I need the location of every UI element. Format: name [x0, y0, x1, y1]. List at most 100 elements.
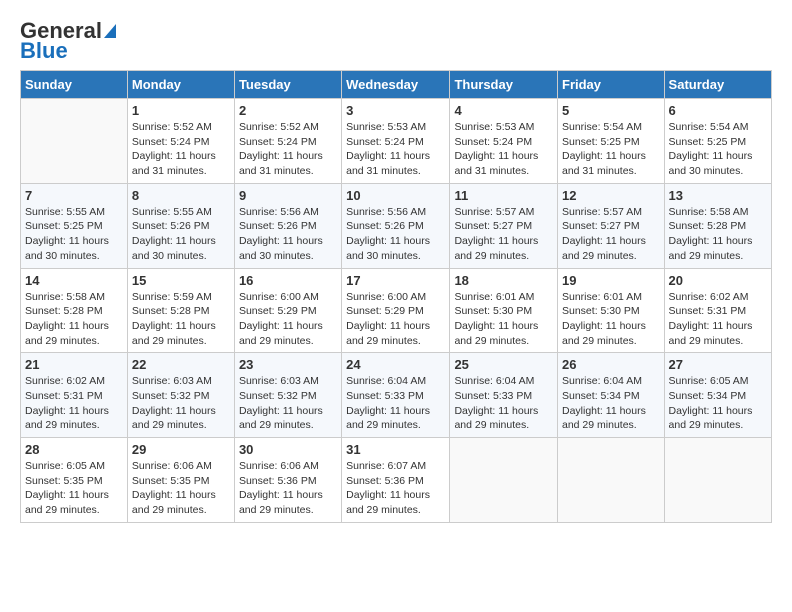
day-cell: 26 Sunrise: 6:04 AMSunset: 5:34 PMDayligh… — [558, 353, 665, 438]
day-number: 18 — [454, 273, 553, 288]
day-info: Sunrise: 6:04 AMSunset: 5:33 PMDaylight:… — [454, 374, 553, 433]
day-cell: 12 Sunrise: 5:57 AMSunset: 5:27 PMDayligh… — [558, 183, 665, 268]
day-info: Sunrise: 6:00 AMSunset: 5:29 PMDaylight:… — [346, 290, 445, 349]
day-number: 3 — [346, 103, 445, 118]
day-cell: 28Sunrise: 6:05 AMSunset: 5:35 PMDayligh… — [21, 438, 128, 523]
week-row-4: 21Sunrise: 6:02 AMSunset: 5:31 PMDayligh… — [21, 353, 772, 438]
day-number: 7 — [25, 188, 123, 203]
weekday-header-saturday: Saturday — [664, 71, 771, 99]
logo-blue: Blue — [20, 40, 68, 62]
week-row-1: 1 Sunrise: 5:52 AMSunset: 5:24 PMDaylight… — [21, 99, 772, 184]
day-number: 4 — [454, 103, 553, 118]
page-header: General Blue — [20, 20, 772, 62]
day-info: Sunrise: 5:56 AMSunset: 5:26 PMDaylight:… — [346, 205, 445, 264]
day-info: Sunrise: 6:05 AMSunset: 5:34 PMDaylight:… — [669, 374, 767, 433]
day-cell: 15 Sunrise: 5:59 AMSunset: 5:28 PMDayligh… — [127, 268, 234, 353]
day-number: 23 — [239, 357, 337, 372]
day-cell: 1 Sunrise: 5:52 AMSunset: 5:24 PMDaylight… — [127, 99, 234, 184]
day-number: 16 — [239, 273, 337, 288]
day-cell: 25 Sunrise: 6:04 AMSunset: 5:33 PMDayligh… — [450, 353, 558, 438]
day-number: 27 — [669, 357, 767, 372]
day-info: Sunrise: 6:07 AMSunset: 5:36 PMDaylight:… — [346, 459, 445, 518]
weekday-header-tuesday: Tuesday — [234, 71, 341, 99]
day-number: 26 — [562, 357, 660, 372]
day-cell: 5 Sunrise: 5:54 AMSunset: 5:25 PMDaylight… — [558, 99, 665, 184]
day-number: 11 — [454, 188, 553, 203]
day-number: 5 — [562, 103, 660, 118]
weekday-header-row: SundayMondayTuesdayWednesdayThursdayFrid… — [21, 71, 772, 99]
day-cell: 22 Sunrise: 6:03 AMSunset: 5:32 PMDayligh… — [127, 353, 234, 438]
day-number: 30 — [239, 442, 337, 457]
calendar-table: SundayMondayTuesdayWednesdayThursdayFrid… — [20, 70, 772, 523]
day-number: 29 — [132, 442, 230, 457]
day-number: 17 — [346, 273, 445, 288]
day-info: Sunrise: 6:06 AMSunset: 5:35 PMDaylight:… — [132, 459, 230, 518]
week-row-2: 7 Sunrise: 5:55 AMSunset: 5:25 PMDaylight… — [21, 183, 772, 268]
day-cell: 6 Sunrise: 5:54 AMSunset: 5:25 PMDaylight… — [664, 99, 771, 184]
day-cell: 27 Sunrise: 6:05 AMSunset: 5:34 PMDayligh… — [664, 353, 771, 438]
day-info: Sunrise: 5:52 AMSunset: 5:24 PMDaylight:… — [132, 120, 230, 179]
day-number: 24 — [346, 357, 445, 372]
day-cell: 31Sunrise: 6:07 AMSunset: 5:36 PMDayligh… — [342, 438, 450, 523]
day-number: 9 — [239, 188, 337, 203]
day-number: 21 — [25, 357, 123, 372]
day-info: Sunrise: 5:55 AMSunset: 5:25 PMDaylight:… — [25, 205, 123, 264]
day-cell: 13Sunrise: 5:58 AMSunset: 5:28 PMDayligh… — [664, 183, 771, 268]
day-info: Sunrise: 5:58 AMSunset: 5:28 PMDaylight:… — [25, 290, 123, 349]
day-info: Sunrise: 5:52 AMSunset: 5:24 PMDaylight:… — [239, 120, 337, 179]
day-number: 12 — [562, 188, 660, 203]
week-row-5: 28Sunrise: 6:05 AMSunset: 5:35 PMDayligh… — [21, 438, 772, 523]
day-cell: 7 Sunrise: 5:55 AMSunset: 5:25 PMDaylight… — [21, 183, 128, 268]
day-number: 8 — [132, 188, 230, 203]
day-cell: 14 Sunrise: 5:58 AMSunset: 5:28 PMDayligh… — [21, 268, 128, 353]
day-number: 22 — [132, 357, 230, 372]
day-info: Sunrise: 5:59 AMSunset: 5:28 PMDaylight:… — [132, 290, 230, 349]
logo: General Blue — [20, 20, 116, 62]
day-info: Sunrise: 5:55 AMSunset: 5:26 PMDaylight:… — [132, 205, 230, 264]
weekday-header-wednesday: Wednesday — [342, 71, 450, 99]
day-info: Sunrise: 5:57 AMSunset: 5:27 PMDaylight:… — [562, 205, 660, 264]
day-number: 25 — [454, 357, 553, 372]
day-number: 6 — [669, 103, 767, 118]
day-cell: 3 Sunrise: 5:53 AMSunset: 5:24 PMDaylight… — [342, 99, 450, 184]
week-row-3: 14 Sunrise: 5:58 AMSunset: 5:28 PMDayligh… — [21, 268, 772, 353]
day-cell: 19 Sunrise: 6:01 AMSunset: 5:30 PMDayligh… — [558, 268, 665, 353]
day-cell: 11 Sunrise: 5:57 AMSunset: 5:27 PMDayligh… — [450, 183, 558, 268]
day-number: 10 — [346, 188, 445, 203]
weekday-header-sunday: Sunday — [21, 71, 128, 99]
day-number: 1 — [132, 103, 230, 118]
day-cell: 18 Sunrise: 6:01 AMSunset: 5:30 PMDayligh… — [450, 268, 558, 353]
day-number: 13 — [669, 188, 767, 203]
day-info: Sunrise: 6:04 AMSunset: 5:34 PMDaylight:… — [562, 374, 660, 433]
day-cell: 24 Sunrise: 6:04 AMSunset: 5:33 PMDayligh… — [342, 353, 450, 438]
day-info: Sunrise: 6:04 AMSunset: 5:33 PMDaylight:… — [346, 374, 445, 433]
day-info: Sunrise: 6:06 AMSunset: 5:36 PMDaylight:… — [239, 459, 337, 518]
weekday-header-thursday: Thursday — [450, 71, 558, 99]
day-number: 20 — [669, 273, 767, 288]
day-info: Sunrise: 5:57 AMSunset: 5:27 PMDaylight:… — [454, 205, 553, 264]
day-cell: 23 Sunrise: 6:03 AMSunset: 5:32 PMDayligh… — [234, 353, 341, 438]
day-info: Sunrise: 5:53 AMSunset: 5:24 PMDaylight:… — [454, 120, 553, 179]
day-number: 2 — [239, 103, 337, 118]
day-info: Sunrise: 6:01 AMSunset: 5:30 PMDaylight:… — [454, 290, 553, 349]
day-cell: 8 Sunrise: 5:55 AMSunset: 5:26 PMDaylight… — [127, 183, 234, 268]
day-number: 19 — [562, 273, 660, 288]
day-info: Sunrise: 5:56 AMSunset: 5:26 PMDaylight:… — [239, 205, 337, 264]
day-number: 14 — [25, 273, 123, 288]
day-cell: 4 Sunrise: 5:53 AMSunset: 5:24 PMDaylight… — [450, 99, 558, 184]
day-number: 15 — [132, 273, 230, 288]
day-cell: 10 Sunrise: 5:56 AMSunset: 5:26 PMDayligh… — [342, 183, 450, 268]
day-info: Sunrise: 5:54 AMSunset: 5:25 PMDaylight:… — [562, 120, 660, 179]
day-info: Sunrise: 6:01 AMSunset: 5:30 PMDaylight:… — [562, 290, 660, 349]
weekday-header-monday: Monday — [127, 71, 234, 99]
day-cell: 20Sunrise: 6:02 AMSunset: 5:31 PMDayligh… — [664, 268, 771, 353]
day-cell: 2 Sunrise: 5:52 AMSunset: 5:24 PMDaylight… — [234, 99, 341, 184]
day-cell: 17 Sunrise: 6:00 AMSunset: 5:29 PMDayligh… — [342, 268, 450, 353]
day-info: Sunrise: 6:03 AMSunset: 5:32 PMDaylight:… — [239, 374, 337, 433]
day-info: Sunrise: 5:53 AMSunset: 5:24 PMDaylight:… — [346, 120, 445, 179]
day-cell — [450, 438, 558, 523]
day-cell — [21, 99, 128, 184]
day-info: Sunrise: 6:03 AMSunset: 5:32 PMDaylight:… — [132, 374, 230, 433]
day-info: Sunrise: 5:54 AMSunset: 5:25 PMDaylight:… — [669, 120, 767, 179]
day-cell: 21Sunrise: 6:02 AMSunset: 5:31 PMDayligh… — [21, 353, 128, 438]
